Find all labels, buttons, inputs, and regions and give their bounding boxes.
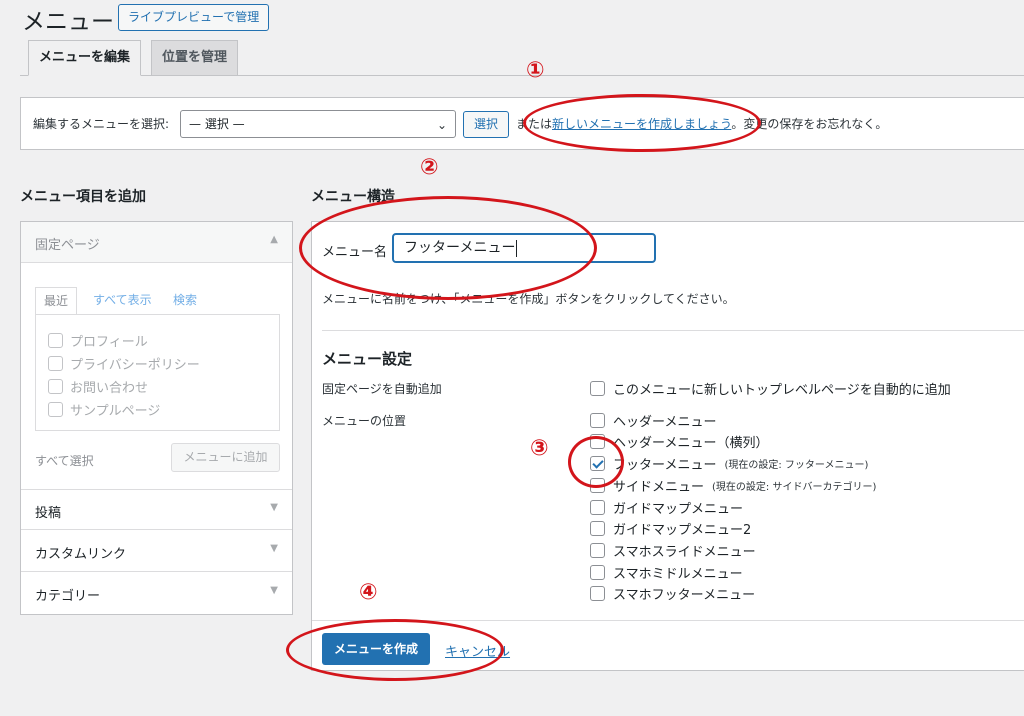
accordion-pages[interactable]: 固定ページ ▲: [21, 222, 292, 263]
location-label-text: ヘッダーメニュー（横列）: [613, 435, 769, 451]
tab-edit-menu[interactable]: メニューを編集: [28, 40, 142, 76]
page-title: メニュー: [22, 9, 114, 35]
tab-recent[interactable]: 最近: [35, 287, 78, 315]
accordion-custom-links[interactable]: カスタムリンク ▼: [21, 531, 292, 572]
caret-up-icon: ▲: [270, 234, 278, 245]
select-all-link[interactable]: すべて選択: [35, 452, 94, 469]
checkbox[interactable]: [590, 520, 605, 536]
checkbox[interactable]: [48, 332, 63, 348]
checkbox[interactable]: [48, 378, 63, 394]
list-item[interactable]: サンプルページ: [48, 399, 160, 419]
location-option-mobile-middle[interactable]: スマホミドルメニュー: [590, 562, 743, 582]
auto-add-option[interactable]: このメニューに新しいトップレベルページを自動的に追加: [590, 378, 951, 398]
menu-select[interactable]: — 選択 — ⌄: [180, 110, 456, 138]
accordion-categories-label: カテゴリー: [35, 589, 101, 604]
checkbox[interactable]: [590, 477, 605, 493]
checkbox[interactable]: [590, 564, 605, 580]
select-menu-label: 編集するメニューを選択:: [33, 117, 170, 131]
accordion-posts[interactable]: 投稿 ▼: [21, 489, 292, 530]
location-option-mobile-slide[interactable]: スマホスライドメニュー: [590, 540, 756, 560]
create-menu-button[interactable]: メニューを作成: [322, 633, 431, 665]
location-option-header[interactable]: ヘッダーメニュー: [590, 410, 716, 430]
accordion-categories[interactable]: カテゴリー ▼: [21, 573, 292, 614]
checkbox-checked[interactable]: [590, 455, 605, 471]
chevron-down-icon: ⌄: [436, 118, 447, 132]
list-item[interactable]: プロフィール: [48, 330, 148, 350]
location-label-text: ガイドマップメニュー2: [613, 522, 752, 538]
location-label-text: スマホスライドメニュー: [613, 544, 756, 560]
location-option-guidemap[interactable]: ガイドマップメニュー: [590, 497, 743, 517]
location-label-text: ヘッダーメニュー: [613, 414, 717, 430]
checkbox[interactable]: [590, 542, 605, 558]
location-option-mobile-footer[interactable]: スマホフッターメニュー: [590, 583, 755, 603]
menu-name-label: メニュー名: [322, 245, 388, 260]
create-new-menu-link[interactable]: 新しいメニューを作成しましょう: [552, 117, 731, 131]
hint-suffix: 。変更の保存をお忘れなく。: [731, 117, 888, 131]
caret-down-icon: ▼: [270, 543, 278, 554]
accordion-posts-label: 投稿: [35, 506, 62, 521]
menu-name-value: フッターメニュー: [404, 240, 516, 256]
menu-select-value: — 選択 —: [189, 117, 245, 131]
annotation-number-2: ②: [420, 155, 439, 180]
location-current: (現在の設定: フッターメニュー): [724, 459, 869, 471]
location-option-footer[interactable]: フッターメニュー (現在の設定: フッターメニュー): [590, 453, 868, 473]
add-items-accordion: 固定ページ ▲ 最近 すべて表示 検索 プロフィール プライバシーポリシー お問…: [20, 221, 293, 615]
location-option-side[interactable]: サイドメニュー (現在の設定: サイドバーカテゴリー): [590, 475, 876, 495]
add-items-heading: メニュー項目を追加: [20, 189, 146, 205]
checkbox[interactable]: [590, 585, 605, 601]
checkbox[interactable]: [590, 433, 605, 449]
menu-structure-heading: メニュー構造: [311, 189, 395, 205]
page-label: プロフィール: [70, 334, 148, 350]
select-button[interactable]: 選択: [463, 111, 510, 138]
text-caret: [516, 239, 518, 257]
location-label-text: ガイドマップメニュー: [613, 501, 744, 517]
page-label: プライバシーポリシー: [70, 357, 200, 373]
tab-view-all[interactable]: すべて表示: [93, 287, 152, 315]
tab-search[interactable]: 検索: [173, 287, 197, 315]
checkbox[interactable]: [590, 412, 605, 428]
hint-prefix: または: [516, 117, 553, 131]
divider: [312, 620, 1024, 621]
checkbox[interactable]: [48, 355, 63, 371]
checkbox[interactable]: [590, 499, 605, 515]
page-label: お問い合わせ: [70, 380, 149, 396]
cancel-link[interactable]: キャンセル: [445, 641, 510, 660]
location-label: メニューの位置: [322, 414, 407, 428]
location-current: (現在の設定: サイドバーカテゴリー): [712, 481, 877, 493]
checkbox[interactable]: [590, 380, 605, 396]
auto-add-option-label: このメニューに新しいトップレベルページを自動的に追加: [613, 382, 951, 398]
tab-manage-locations[interactable]: 位置を管理: [151, 40, 239, 76]
menu-instruction: メニューに名前をつけ、「メニューを作成」ボタンをクリックしてください。: [322, 292, 735, 306]
location-label-text: サイドメニュー: [613, 479, 705, 495]
page-list: プロフィール プライバシーポリシー お問い合わせ サンプルページ: [35, 314, 280, 431]
list-item[interactable]: プライバシーポリシー: [48, 353, 200, 373]
location-label-text: スマホミドルメニュー: [613, 566, 743, 582]
location-option-guidemap2[interactable]: ガイドマップメニュー2: [590, 518, 751, 538]
auto-add-label: 固定ページを自動追加: [322, 382, 442, 396]
accordion-custom-links-label: カスタムリンク: [35, 547, 127, 562]
add-to-menu-button[interactable]: メニューに追加: [171, 443, 280, 472]
menu-structure-panel: メニュー名 フッターメニュー メニューに名前をつけ、「メニューを作成」ボタンをク…: [311, 221, 1024, 671]
location-option-header-horizontal[interactable]: ヘッダーメニュー（横列）: [590, 431, 768, 451]
accordion-pages-label: 固定ページ: [35, 238, 100, 253]
caret-down-icon: ▼: [270, 502, 278, 513]
live-preview-button[interactable]: ライブプレビューで管理: [118, 4, 270, 31]
create-menu-hint: または新しいメニューを作成しましょう。変更の保存をお忘れなく。: [516, 115, 887, 132]
caret-down-icon: ▼: [270, 585, 278, 596]
list-item[interactable]: お問い合わせ: [48, 376, 148, 396]
checkbox[interactable]: [48, 401, 63, 417]
annotation-number-1: ①: [526, 58, 545, 83]
divider: [322, 330, 1024, 331]
menu-settings-heading: メニュー設定: [322, 350, 413, 368]
menu-name-input[interactable]: フッターメニュー: [392, 233, 656, 263]
select-menu-bar: 編集するメニューを選択: — 選択 — ⌄ 選択 または新しいメニューを作成しま…: [20, 97, 1024, 150]
location-label-text: フッターメニュー: [613, 457, 717, 473]
page-label: サンプルページ: [70, 403, 161, 419]
location-label-text: スマホフッターメニュー: [613, 587, 756, 603]
